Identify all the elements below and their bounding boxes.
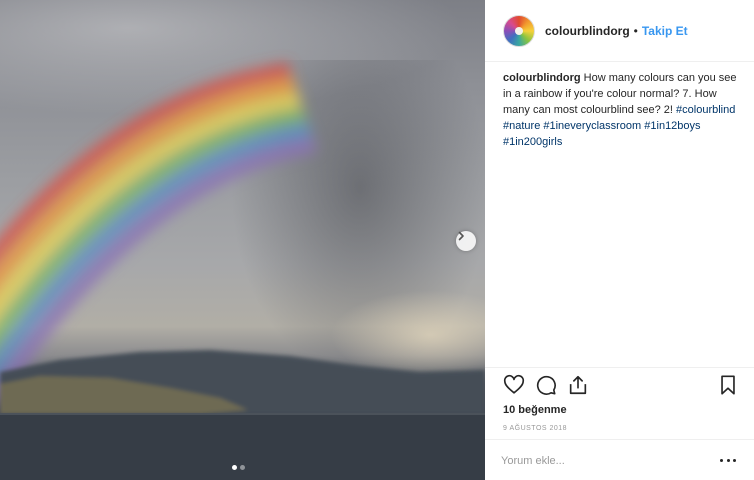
save-button[interactable] xyxy=(717,374,743,400)
hashtag-link[interactable]: #1in12boys xyxy=(644,120,700,132)
share-button[interactable] xyxy=(567,374,593,400)
share-icon xyxy=(569,375,587,395)
next-slide-button[interactable] xyxy=(456,231,476,251)
comment-input[interactable] xyxy=(501,452,701,470)
avatar[interactable] xyxy=(503,14,535,47)
more-options-button[interactable] xyxy=(720,454,736,466)
hashtag-link[interactable]: #nature xyxy=(503,120,540,132)
hashtag-link[interactable]: #1ineveryclassroom xyxy=(543,120,641,132)
heart-icon xyxy=(503,374,525,394)
actions-divider xyxy=(485,367,754,368)
hashtag-link[interactable]: #1in200girls xyxy=(503,136,562,148)
follow-button[interactable]: Takip Et xyxy=(642,24,688,38)
bookmark-icon xyxy=(721,375,735,395)
action-icons xyxy=(499,374,739,400)
like-count[interactable]: 10 beğenme xyxy=(503,404,567,416)
header-separator: • xyxy=(633,23,638,38)
post-header: colourblindorg • Takip Et xyxy=(485,0,754,62)
post-side-panel: colourblindorg • Takip Et colourblindorg… xyxy=(485,0,754,480)
hashtag-link[interactable]: #colourblind xyxy=(676,104,735,116)
carousel-indicator xyxy=(232,465,245,470)
post-photo[interactable] xyxy=(0,0,485,480)
like-button[interactable] xyxy=(503,374,529,400)
caption-username[interactable]: colourblindorg xyxy=(503,72,581,84)
carousel-dot-active xyxy=(232,465,237,470)
header-username[interactable]: colourblindorg xyxy=(545,24,630,38)
carousel-dot xyxy=(240,465,245,470)
more-options-icon xyxy=(720,458,723,462)
comment-bar xyxy=(485,439,754,480)
post-date[interactable]: 9 AĞUSTOS 2018 xyxy=(503,425,567,432)
post-caption: colourblindorg How many colours can you … xyxy=(503,70,738,150)
comment-bubble-icon xyxy=(536,375,556,395)
comment-button[interactable] xyxy=(535,374,561,400)
landscape-illustration xyxy=(0,62,485,480)
chevron-right-icon xyxy=(458,231,464,241)
